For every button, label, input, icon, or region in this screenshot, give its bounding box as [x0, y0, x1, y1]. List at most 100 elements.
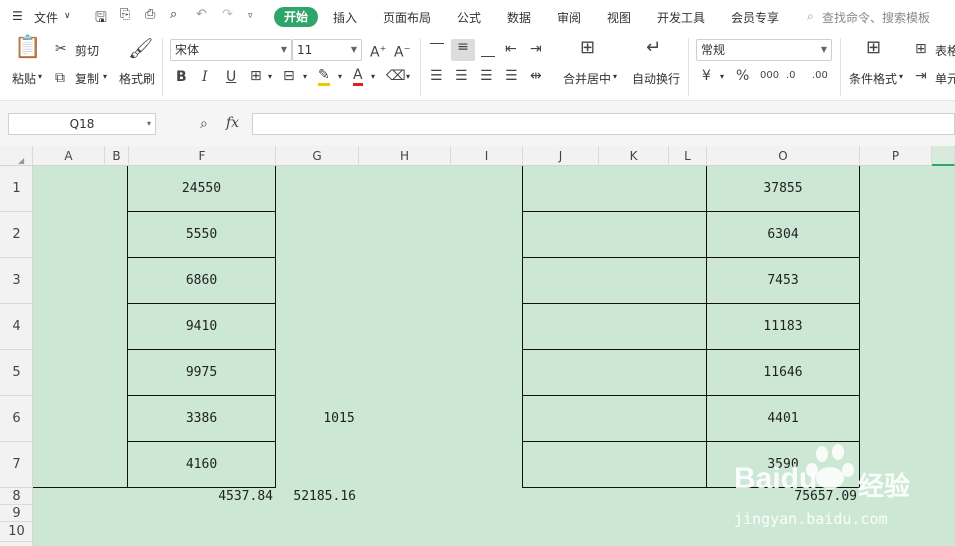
- cell-F3[interactable]: 6860: [128, 258, 275, 304]
- print-icon[interactable]: ⎙: [145, 7, 155, 22]
- chevron-down-icon[interactable]: ▾: [38, 72, 42, 81]
- wrap-text-button[interactable]: 自动换行: [632, 70, 680, 87]
- conditional-format-icon[interactable]: ⊞: [866, 39, 881, 57]
- print-preview-icon[interactable]: ⌕: [170, 7, 177, 22]
- underline-icon[interactable]: U: [226, 69, 236, 85]
- row-header[interactable]: 5: [0, 350, 33, 396]
- column-header[interactable]: K: [599, 146, 669, 166]
- thousands-icon[interactable]: 000: [760, 68, 779, 84]
- tab-formulas[interactable]: 公式: [457, 9, 481, 26]
- decrease-font-icon[interactable]: A−: [394, 41, 410, 61]
- merge-center-icon[interactable]: ⊞: [580, 39, 595, 57]
- italic-icon[interactable]: I: [202, 69, 208, 85]
- cell-F8[interactable]: 4537.84: [128, 488, 275, 505]
- align-middle-icon[interactable]: ≡: [451, 39, 475, 61]
- table-style-icon[interactable]: ⊞: [915, 41, 927, 57]
- increase-indent-icon[interactable]: ⇥: [530, 41, 542, 57]
- hamburger-icon[interactable]: ☰: [12, 9, 23, 23]
- fill-style-icon[interactable]: ⊟: [283, 68, 295, 84]
- cell-O1[interactable]: 37855: [707, 166, 859, 212]
- cell-F5[interactable]: 9975: [128, 350, 275, 396]
- chevron-down-icon[interactable]: ▾: [406, 72, 410, 81]
- align-right-icon[interactable]: ☰: [480, 68, 493, 84]
- chevron-down-icon[interactable]: ▾: [371, 72, 375, 81]
- row-header[interactable]: 10: [0, 522, 33, 542]
- row-header[interactable]: 2: [0, 212, 33, 258]
- cell-G8[interactable]: 52185.16: [276, 488, 366, 505]
- conditional-format-button[interactable]: 条件格式: [849, 70, 897, 87]
- column-header[interactable]: A: [33, 146, 105, 166]
- paste-icon[interactable]: 📋: [14, 37, 41, 59]
- clear-icon[interactable]: ⌫: [386, 68, 406, 84]
- export-icon[interactable]: ⎘: [120, 7, 130, 22]
- column-header[interactable]: L: [669, 146, 707, 166]
- cell-O6[interactable]: 4401: [707, 396, 859, 442]
- zoom-icon[interactable]: ⌕: [200, 116, 208, 132]
- currency-icon[interactable]: ¥: [702, 68, 711, 84]
- increase-decimal-icon[interactable]: .0: [786, 68, 796, 84]
- border-icon[interactable]: ⊞: [250, 68, 262, 84]
- cell-O2[interactable]: 6304: [707, 212, 859, 258]
- formula-input[interactable]: [252, 113, 955, 135]
- row-header[interactable]: 6: [0, 396, 33, 442]
- wrap-text-icon[interactable]: ↵: [646, 39, 661, 57]
- cell-F4[interactable]: 9410: [128, 304, 275, 350]
- cell-F6[interactable]: 3386: [128, 396, 275, 442]
- row-header[interactable]: 4: [0, 304, 33, 350]
- tab-home[interactable]: 开始: [274, 7, 318, 27]
- justify-icon[interactable]: ☰: [505, 68, 518, 84]
- copy-icon[interactable]: ⧉: [55, 70, 65, 86]
- column-header-selected[interactable]: [932, 146, 955, 166]
- scissors-icon[interactable]: ✂: [55, 41, 67, 57]
- row-header[interactable]: 1: [0, 166, 33, 212]
- merge-center-button[interactable]: 合并居中: [563, 70, 611, 87]
- tab-data[interactable]: 数据: [507, 9, 531, 26]
- chevron-down-icon[interactable]: ▾: [613, 72, 617, 81]
- font-size-select[interactable]: 11 ▼: [292, 39, 362, 61]
- align-center-icon[interactable]: ☰: [455, 68, 468, 84]
- column-header[interactable]: J: [523, 146, 599, 166]
- quick-access-dropdown-icon[interactable]: ▿: [248, 11, 253, 21]
- cell-G6[interactable]: 1015: [276, 396, 402, 442]
- cell-O4[interactable]: 11183: [707, 304, 859, 350]
- font-color-icon[interactable]: A: [353, 67, 363, 86]
- cell-O3[interactable]: 7453: [707, 258, 859, 304]
- paste-button[interactable]: 粘贴: [12, 70, 36, 87]
- format-painter-icon[interactable]: 🖌: [128, 38, 153, 58]
- fx-icon[interactable]: fx: [226, 115, 239, 131]
- align-left-icon[interactable]: ☰: [430, 68, 443, 84]
- chevron-down-icon[interactable]: ▾: [303, 72, 307, 81]
- tab-member[interactable]: 会员专享: [731, 9, 779, 26]
- chevron-down-icon[interactable]: ▾: [103, 72, 107, 81]
- column-header[interactable]: I: [451, 146, 523, 166]
- cell-O5[interactable]: 11646: [707, 350, 859, 396]
- search-icon[interactable]: ⌕: [807, 9, 814, 24]
- tab-insert[interactable]: 插入: [333, 9, 357, 26]
- copy-button[interactable]: 复制: [75, 70, 99, 87]
- row-header[interactable]: 7: [0, 442, 33, 488]
- cell-F2[interactable]: 5550: [128, 212, 275, 258]
- bold-icon[interactable]: B: [176, 69, 187, 85]
- chevron-down-icon[interactable]: ▾: [899, 72, 903, 81]
- cut-button[interactable]: 剪切: [75, 42, 99, 59]
- chevron-down-icon[interactable]: ▾: [720, 72, 724, 81]
- column-header[interactable]: O: [707, 146, 860, 166]
- tab-page-layout[interactable]: 页面布局: [383, 9, 431, 26]
- align-bottom-icon[interactable]: ⎽: [481, 42, 495, 58]
- decrease-indent-icon[interactable]: ⇤: [505, 41, 517, 57]
- increase-font-icon[interactable]: A+: [370, 41, 386, 61]
- cell-button[interactable]: 单元: [935, 70, 955, 87]
- row-header[interactable]: 8: [0, 488, 33, 505]
- number-format-select[interactable]: 常规 ▼: [696, 39, 832, 61]
- column-header[interactable]: G: [276, 146, 359, 166]
- cell-F1[interactable]: 24550: [128, 166, 275, 212]
- font-name-select[interactable]: 宋体 ▼: [170, 39, 292, 61]
- command-search[interactable]: 查找命令、搜索模板: [822, 9, 930, 26]
- column-header[interactable]: P: [860, 146, 932, 166]
- file-menu[interactable]: 文件: [34, 9, 58, 26]
- undo-icon[interactable]: ↶: [196, 7, 207, 22]
- distributed-icon[interactable]: ⇹: [530, 68, 542, 84]
- chevron-down-icon[interactable]: ▾: [338, 72, 342, 81]
- select-all-corner[interactable]: ◢: [0, 146, 33, 166]
- chevron-down-icon[interactable]: ▾: [268, 72, 272, 81]
